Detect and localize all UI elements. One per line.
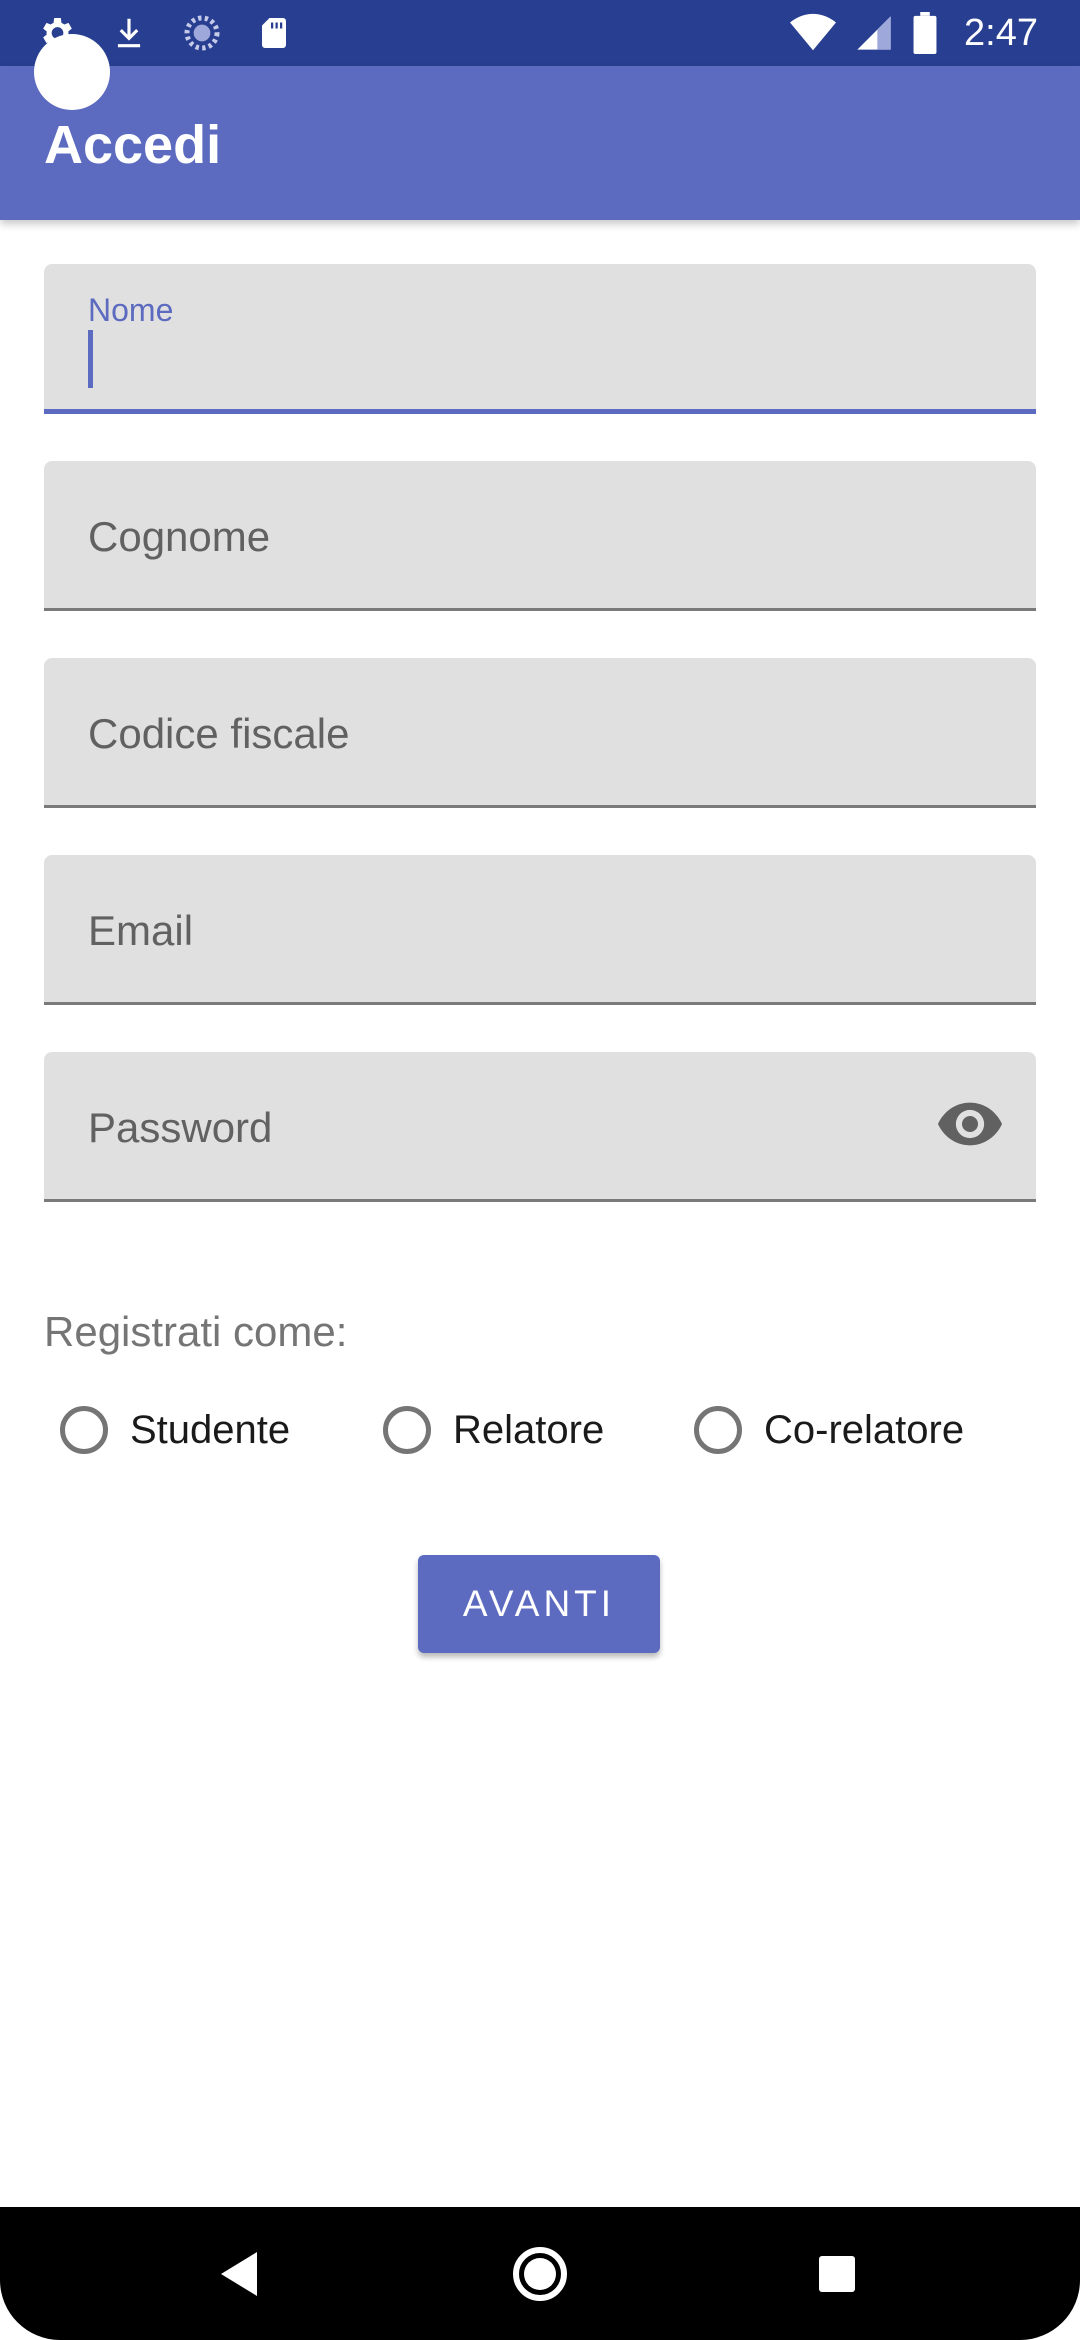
home-icon[interactable] (480, 2207, 600, 2340)
download-icon (110, 12, 148, 54)
status-right-icons: 2:47 (790, 0, 1038, 66)
radio-studente[interactable]: Studente (44, 1398, 290, 1462)
signal-icon (854, 13, 894, 53)
radio-circle[interactable] (60, 1406, 108, 1454)
sd-card-icon (256, 13, 292, 53)
radio-relatore[interactable]: Relatore (367, 1398, 604, 1462)
cognome-field[interactable]: Cognome (44, 461, 1036, 611)
radio-co-relatore[interactable]: Co-relatore (678, 1398, 964, 1462)
radio-label-relatore: Relatore (453, 1407, 605, 1452)
radio-label-co-relatore: Co-relatore (764, 1407, 965, 1452)
codice-fiscale-label: Codice fiscale (88, 710, 350, 757)
floating-bubble[interactable] (34, 34, 110, 110)
radio-circle[interactable] (694, 1406, 742, 1454)
sync-icon (182, 13, 222, 53)
screen: 2:47 Accedi Nome Cognome Codice fiscale … (0, 0, 1080, 2340)
radio-label-studente: Studente (130, 1407, 291, 1452)
password-label: Password (88, 1104, 273, 1151)
app-bar: Accedi (0, 66, 1080, 220)
battery-icon (912, 12, 938, 54)
eye-icon[interactable] (938, 1102, 1002, 1146)
email-field[interactable]: Email (44, 855, 1036, 1005)
avanti-button[interactable]: AVANTI (418, 1555, 660, 1653)
email-label: Email (88, 907, 194, 954)
page-title: Accedi (44, 115, 222, 175)
cognome-label: Cognome (88, 513, 271, 560)
nome-label: Nome (88, 292, 174, 328)
password-field[interactable]: Password (44, 1052, 1036, 1202)
navigation-bar (0, 2207, 1080, 2340)
back-icon[interactable] (181, 2207, 301, 2340)
radio-circle[interactable] (383, 1406, 431, 1454)
status-time: 2:47 (964, 11, 1038, 54)
status-bar: 2:47 (0, 0, 1080, 66)
text-cursor (88, 330, 93, 388)
role-section-label: Registrati come: (44, 1308, 348, 1355)
wifi-icon (790, 13, 837, 53)
nome-field[interactable]: Nome (44, 264, 1036, 414)
codice-fiscale-field[interactable]: Codice fiscale (44, 658, 1036, 808)
recents-icon[interactable] (777, 2207, 897, 2340)
